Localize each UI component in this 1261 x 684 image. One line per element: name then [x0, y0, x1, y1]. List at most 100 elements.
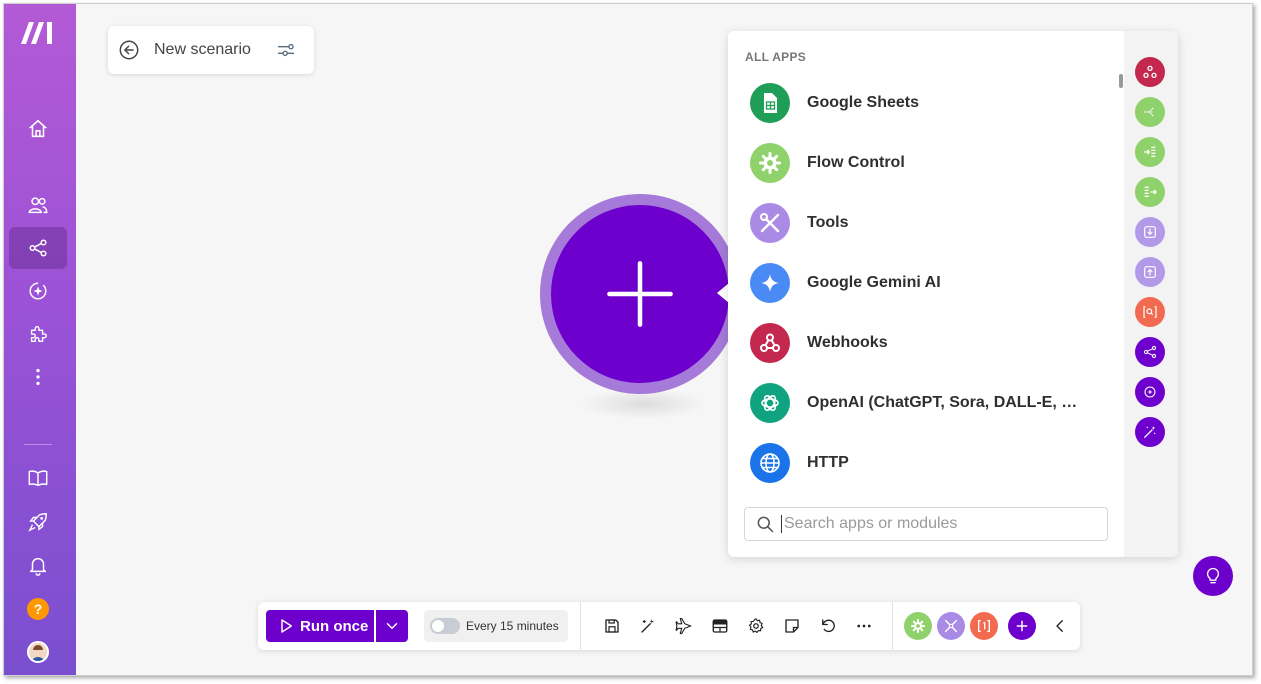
- app-name: Google Sheets: [807, 94, 920, 111]
- sidebar-item-ai-agents[interactable]: [9, 270, 67, 312]
- sheets-icon: [750, 83, 790, 123]
- app-item-google-gemini-ai[interactable]: Google Gemini AI: [750, 261, 1110, 305]
- bell-icon: [29, 557, 47, 576]
- app-name: HTTP: [807, 454, 849, 471]
- sidebar-item-scenarios[interactable]: [9, 227, 67, 269]
- app-item-flow-control[interactable]: Flow Control: [750, 141, 1110, 185]
- webhook-icon: [750, 323, 790, 363]
- toolbar-divider: [580, 602, 581, 650]
- app-item-http[interactable]: HTTP: [750, 441, 1110, 485]
- brackets-icon: [978, 620, 990, 632]
- apps-heading: ALL APPS: [745, 50, 807, 64]
- app-name: Webhooks: [807, 334, 888, 351]
- sidebar-item-home[interactable]: [9, 108, 67, 150]
- run-options-button[interactable]: [376, 610, 408, 642]
- router-icon[interactable]: [1135, 97, 1165, 127]
- search-icon: [757, 516, 774, 533]
- ai-agent-icon: [29, 282, 47, 300]
- magic-wand-icon: [641, 619, 654, 633]
- text-parser-shortcut[interactable]: [970, 612, 998, 640]
- users-icon: [28, 197, 48, 214]
- lightbulb-icon: [1206, 567, 1220, 584]
- add-module-shortcut[interactable]: [1008, 612, 1036, 640]
- tools-shortcut[interactable]: [937, 612, 965, 640]
- sidebar-item-help[interactable]: ?: [9, 588, 67, 630]
- sidebar-divider: [24, 444, 52, 445]
- toolbar-divider: [892, 602, 893, 650]
- schedule-control[interactable]: Every 15 minutes: [424, 610, 568, 642]
- share-icon[interactable]: [1135, 337, 1165, 367]
- scrollbar[interactable]: [1119, 74, 1123, 88]
- sidebar: ?: [4, 4, 76, 675]
- gear-icon: [750, 143, 790, 183]
- apps-panel: ALL APPS Google Sheets Flow Control Tool…: [728, 31, 1178, 557]
- app-item-webhooks[interactable]: Webhooks: [750, 321, 1110, 365]
- aggregator-icon[interactable]: [1135, 177, 1165, 207]
- sidebar-item-extensions[interactable]: [9, 313, 67, 355]
- sidebar-item-team[interactable]: [9, 184, 67, 226]
- hints-button[interactable]: [1193, 556, 1233, 596]
- undo-icon: [822, 619, 835, 633]
- import-icon[interactable]: [1135, 217, 1165, 247]
- search-text-icon[interactable]: [1135, 297, 1165, 327]
- sidebar-item-docs[interactable]: [9, 457, 67, 499]
- iterator-icon[interactable]: [1135, 137, 1165, 167]
- search-box: [744, 507, 1108, 541]
- openai-icon: [750, 383, 790, 423]
- table-icon: [712, 619, 728, 633]
- sidebar-item-notifications[interactable]: [9, 544, 67, 586]
- schedule-toggle[interactable]: [430, 618, 460, 634]
- app-item-openai[interactable]: OpenAI (ChatGPT, Sora, DALL-E, Whisper): [750, 381, 1110, 425]
- tools-icon: [750, 203, 790, 243]
- notes-button[interactable]: [780, 614, 804, 638]
- export-icon[interactable]: [1135, 257, 1165, 287]
- add-module-button[interactable]: [540, 194, 740, 394]
- app-name: Tools: [807, 214, 849, 231]
- sparkle-icon: [750, 263, 790, 303]
- sidebar-item-profile[interactable]: [9, 631, 67, 673]
- app-name: Flow Control: [807, 154, 905, 171]
- gear-icon: [748, 618, 764, 634]
- magic-wand-icon[interactable]: [1135, 417, 1165, 447]
- make-logo[interactable]: [18, 18, 58, 48]
- add-module-circle[interactable]: [551, 205, 729, 383]
- app-window: ? New scenario ALL APPS Google Sheets Fl…: [3, 3, 1253, 676]
- scenario-io-button[interactable]: [708, 614, 732, 638]
- auto-align-button[interactable]: [636, 614, 660, 638]
- tools-icon: [944, 619, 958, 633]
- app-item-google-sheets[interactable]: Google Sheets: [750, 81, 1110, 125]
- airplane-icon: [675, 617, 692, 635]
- scenario-settings-button[interactable]: [744, 614, 768, 638]
- plus-icon: [1016, 620, 1028, 632]
- app-item-tools[interactable]: Tools: [750, 201, 1110, 245]
- share-icon: [29, 239, 47, 257]
- run-once-button[interactable]: Run once: [266, 610, 374, 642]
- save-button[interactable]: [600, 614, 624, 638]
- more-horizontal-icon: [857, 624, 871, 628]
- app-name: Google Gemini AI: [807, 274, 941, 291]
- more-button[interactable]: [852, 614, 876, 638]
- more-vertical-icon: [36, 368, 40, 386]
- back-arrow-icon[interactable]: [118, 39, 140, 61]
- app-name: OpenAI (ChatGPT, Sora, DALL-E, Whisper): [807, 394, 1087, 411]
- scenario-header: New scenario: [108, 26, 314, 74]
- webhook-icon[interactable]: [1135, 57, 1165, 87]
- undo-button[interactable]: [816, 614, 840, 638]
- home-icon: [29, 119, 47, 138]
- sidebar-item-more[interactable]: [9, 356, 67, 398]
- chevron-down-icon: [386, 623, 398, 629]
- settings-sliders-icon[interactable]: [276, 40, 296, 60]
- run-once-label: Run once: [300, 617, 369, 635]
- explain-flow-button[interactable]: [672, 614, 696, 638]
- sidebar-item-whats-new[interactable]: [9, 501, 67, 543]
- search-input[interactable]: [781, 515, 1091, 533]
- globe-icon: [750, 443, 790, 483]
- schedule-label: Every 15 minutes: [466, 619, 559, 633]
- ai-icon[interactable]: [1135, 377, 1165, 407]
- collapse-toolbar-button[interactable]: [1048, 614, 1072, 638]
- apps-category-rail: [1124, 31, 1178, 557]
- scenario-title[interactable]: New scenario: [154, 41, 268, 59]
- bottom-toolbar: Run once Every 15 minutes: [258, 602, 1080, 650]
- puzzle-icon: [30, 326, 47, 343]
- flow-control-shortcut[interactable]: [904, 612, 932, 640]
